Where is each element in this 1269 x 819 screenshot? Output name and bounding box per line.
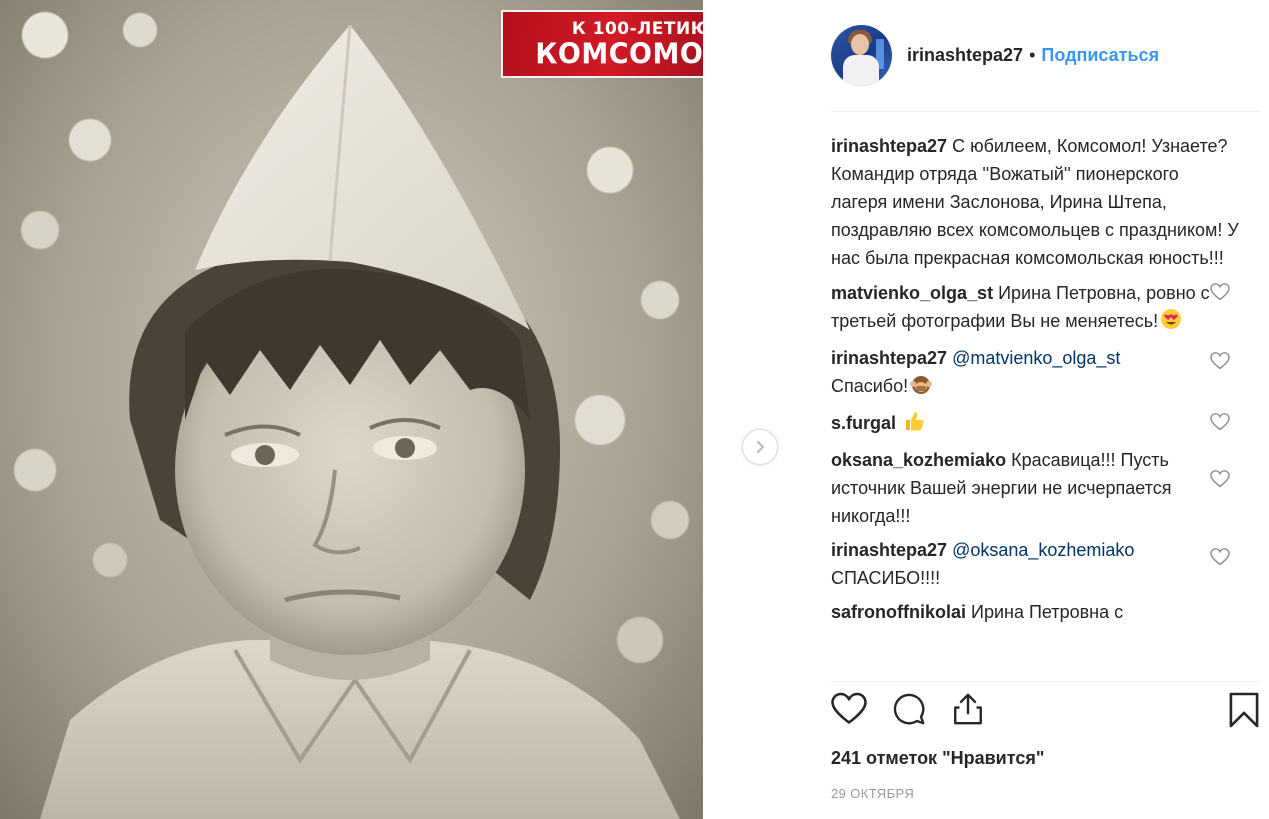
comment-username[interactable]: oksana_kozhemiako: [831, 450, 1006, 470]
post-header: irinashtepa27 • Подписаться: [831, 25, 1159, 86]
comment-like-button[interactable]: [1210, 350, 1230, 378]
comment-mention[interactable]: @oksana_kozhemiako: [952, 540, 1134, 560]
likes-count[interactable]: 241 отметок "Нравится": [831, 748, 1044, 769]
heart-outline-icon: [1210, 283, 1230, 301]
thumbs-up-emoji-icon: [903, 410, 925, 440]
comment-item: matvienko_olga_st Ирина Петровна, ровно с…: [831, 279, 1260, 338]
comment-username[interactable]: s.furgal: [831, 413, 896, 433]
post-date[interactable]: 29 ОКТЯБРЯ: [831, 786, 914, 801]
next-photo-button[interactable]: [742, 429, 778, 465]
heart-eyes-emoji-icon: [1160, 308, 1182, 338]
comment-like-button[interactable]: [1210, 411, 1230, 439]
comment-item: oksana_kozhemiako Красавица!!! Пусть исто…: [831, 446, 1260, 530]
comment-text: Ирина Петровна с: [971, 602, 1124, 622]
banner-line2: КОМСОМОЛА: [535, 37, 703, 71]
comment-like-button[interactable]: [1210, 468, 1230, 496]
chevron-right-icon: [757, 441, 764, 453]
heart-outline-icon: [1210, 413, 1230, 431]
like-button[interactable]: [831, 692, 867, 731]
comment-item: irinashtepa27 @oksana_kozhemiako СПАСИБО!!…: [831, 536, 1260, 592]
caption: irinashtepa27 С юбилеем, Комсомол! Узнает…: [831, 132, 1260, 272]
actions-divider: [831, 681, 1260, 682]
comment-username[interactable]: matvienko_olga_st: [831, 283, 993, 303]
heart-outline-icon: [1210, 470, 1230, 488]
heart-outline-icon: [1210, 548, 1230, 566]
comment-text: Спасибо!: [831, 376, 909, 396]
share-icon: [954, 693, 982, 725]
comment-username[interactable]: safronoffnikolai: [831, 602, 966, 622]
share-button[interactable]: [951, 692, 985, 731]
anniversary-banner: К 100-ЛЕТИЮ КОМСОМОЛА: [501, 10, 703, 78]
avatar[interactable]: [831, 25, 892, 86]
bookmark-icon: [1229, 692, 1259, 728]
banner-line1: К 100-ЛЕТИЮ: [571, 18, 703, 39]
header-username[interactable]: irinashtepa27: [907, 45, 1023, 66]
comment-username[interactable]: irinashtepa27: [831, 348, 947, 368]
speak-no-evil-monkey-emoji-icon: [910, 373, 933, 403]
portrait-illustration: [40, 24, 680, 819]
heart-outline-icon: [1210, 352, 1230, 370]
heart-icon: [831, 692, 867, 724]
comment-username[interactable]: irinashtepa27: [831, 540, 947, 560]
comment-icon: [893, 693, 925, 725]
comment-like-button[interactable]: [1210, 281, 1230, 309]
comment-button[interactable]: [892, 692, 926, 731]
caption-username[interactable]: irinashtepa27: [831, 136, 947, 156]
action-bar: [831, 692, 1262, 738]
header-divider: [831, 111, 1260, 112]
follow-button[interactable]: Подписаться: [1041, 45, 1159, 66]
post-photo[interactable]: К 100-ЛЕТИЮ КОМСОМОЛА: [0, 0, 703, 819]
comment-item: s.furgal: [831, 409, 1260, 440]
comments-list[interactable]: irinashtepa27 С юбилеем, Комсомол! Узнает…: [831, 132, 1260, 676]
comment-text: СПАСИБО!!!!: [831, 568, 941, 588]
save-button[interactable]: [1228, 692, 1260, 733]
comment-item: safronoffnikolai Ирина Петровна с: [831, 598, 1260, 626]
header-separator: •: [1029, 45, 1036, 65]
comment-mention[interactable]: @matvienko_olga_st: [952, 348, 1120, 368]
comment-like-button[interactable]: [1210, 546, 1230, 574]
comment-item: irinashtepa27 @matvienko_olga_st Спасибо!: [831, 344, 1260, 403]
